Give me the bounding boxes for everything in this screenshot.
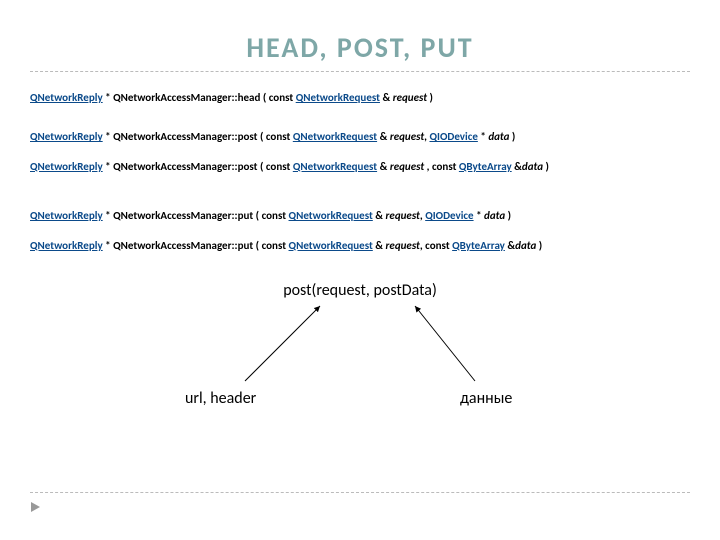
type-link[interactable]: QNetworkRequest	[296, 91, 380, 104]
type-link[interactable]: QNetworkRequest	[289, 239, 373, 252]
signature-post-ba: QNetworkReply * QNetworkAccessManager::p…	[30, 159, 690, 174]
type-link[interactable]: QNetworkReply	[30, 91, 103, 104]
type-link[interactable]: QNetworkReply	[30, 239, 103, 252]
slide-footer	[30, 492, 690, 518]
type-link[interactable]: QNetworkRequest	[293, 130, 377, 143]
type-link[interactable]: QIODevice	[425, 209, 473, 222]
signature-post-io: QNetworkReply * QNetworkAccessManager::p…	[30, 129, 690, 144]
type-link[interactable]: QIODevice	[429, 130, 477, 143]
title-divider	[30, 71, 690, 72]
diagram-top-label: post(request, postData)	[283, 281, 437, 300]
footer-divider	[30, 492, 690, 493]
diagram-arrows-icon	[30, 281, 690, 441]
type-link[interactable]: QNetworkReply	[30, 160, 103, 173]
type-link[interactable]: QByteArray	[452, 239, 505, 252]
play-icon	[30, 499, 42, 518]
diagram-left-label: url, header	[185, 389, 256, 408]
signature-put-ba: QNetworkReply * QNetworkAccessManager::p…	[30, 238, 690, 253]
signature-head: QNetworkReply * QNetworkAccessManager::h…	[30, 90, 690, 105]
slide-title: HEAD, POST, PUT	[30, 30, 690, 65]
type-link[interactable]: QNetworkRequest	[289, 209, 373, 222]
diagram-right-label: данные	[460, 389, 512, 408]
type-link[interactable]: QNetworkReply	[30, 130, 103, 143]
signature-put-io: QNetworkReply * QNetworkAccessManager::p…	[30, 208, 690, 223]
type-link[interactable]: QByteArray	[459, 160, 512, 173]
type-link[interactable]: QNetworkReply	[30, 209, 103, 222]
post-diagram: post(request, postData) url, header данн…	[30, 281, 690, 441]
type-link[interactable]: QNetworkRequest	[293, 160, 377, 173]
